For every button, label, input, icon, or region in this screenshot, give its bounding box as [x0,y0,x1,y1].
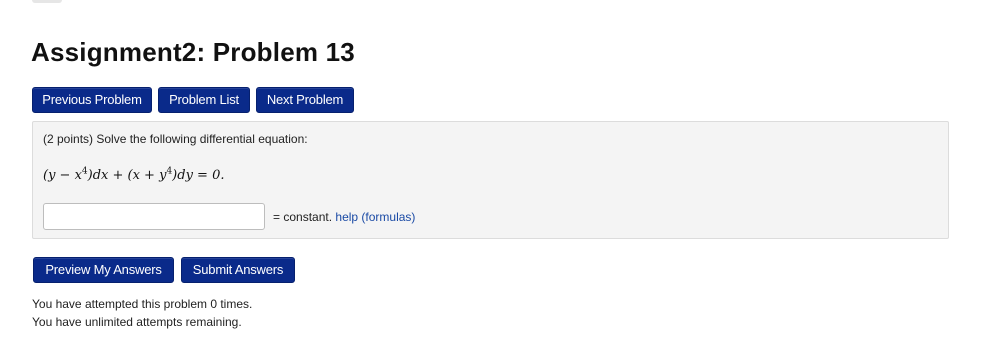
preview-answers-button[interactable]: Preview My Answers [33,257,174,283]
help-formulas-link[interactable]: help (formulas) [335,210,415,224]
attempts-status: You have attempted this problem 0 times. [32,297,253,311]
problem-panel: (2 points) Solve the following different… [32,121,949,239]
previous-problem-button[interactable]: Previous Problem [32,87,152,113]
remaining-status: You have unlimited attempts remaining. [32,315,242,329]
next-problem-button[interactable]: Next Problem [256,87,354,113]
page-title: Assignment2: Problem 13 [31,37,355,67]
submit-answers-button[interactable]: Submit Answers [181,257,295,283]
problem-list-button[interactable]: Problem List [158,87,250,113]
answer-input[interactable] [43,203,265,230]
equation-part-2: )dx + (x + y [87,168,167,183]
answer-suffix: = constant. help (formulas) [273,210,415,224]
top-tab-stub [32,0,62,3]
problem-intro: (2 points) Solve the following different… [43,132,308,146]
equation-part-1: (y − x [43,168,82,183]
constant-label: = constant. [273,210,333,224]
equation-part-3: )dy = 0. [172,168,225,183]
differential-equation: (y − x4)dx + (x + y4)dy = 0. [43,167,225,183]
